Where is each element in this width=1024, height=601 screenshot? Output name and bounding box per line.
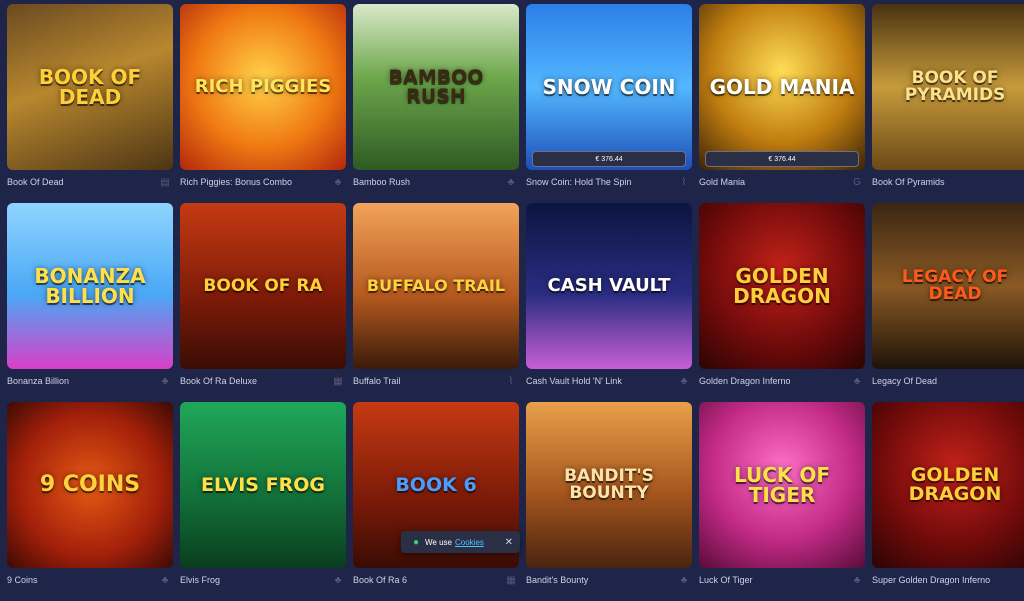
cookie-text: We use: [425, 537, 452, 547]
game-logo-text: BOOK OF PYRAMIDS: [904, 68, 1006, 105]
game-title[interactable]: Cash Vault Hold 'N' Link: [526, 376, 622, 386]
game-logo-text: LEGACY OF DEAD: [901, 267, 1009, 304]
game-thumbnail[interactable]: BANDIT'S BOUNTY: [526, 402, 692, 568]
game-card[interactable]: LEGACY OF DEADLegacy Of Dead▤: [872, 203, 1024, 402]
game-thumbnail[interactable]: BONANZA BILLION: [7, 203, 173, 369]
mic-icon: ⌇: [508, 375, 514, 387]
game-logo-text: GOLDEN DRAGON: [908, 464, 1002, 505]
game-title[interactable]: Luck Of Tiger: [699, 575, 753, 585]
game-card[interactable]: 9 COINS 9 Coins ♣: [7, 402, 173, 601]
jackpot-badge: € 376.44: [532, 151, 686, 167]
game-title[interactable]: Book Of Ra Deluxe: [180, 376, 257, 386]
game-logo-text: RICH PIGGIES: [194, 76, 332, 97]
game-card[interactable]: LUCK OF TIGER Luck Of Tiger ♣: [699, 402, 865, 601]
game-title[interactable]: Golden Dragon Inferno: [699, 376, 791, 386]
game-card[interactable]: BOOK OF PYRAMIDSBook Of PyramidsG: [872, 4, 1024, 203]
game-title[interactable]: Bandit's Bounty: [526, 575, 588, 585]
game-thumbnail[interactable]: SNOW COIN € 376.44: [526, 4, 692, 170]
game-card[interactable]: BOOK OF RA Book Of Ra Deluxe ▦: [180, 203, 346, 402]
clover-icon: ♣: [161, 574, 169, 586]
game-logo-text: BOOK OF DEAD: [38, 65, 142, 109]
game-card[interactable]: BOOK 6 Book Of Ra 6 ▦: [353, 402, 519, 601]
jackpot-badge: € 376.44: [705, 151, 859, 167]
clover-icon: ♣: [334, 574, 342, 586]
game-thumbnail[interactable]: BOOK OF RA: [180, 203, 346, 369]
close-icon[interactable]: ✕: [505, 537, 513, 548]
game-logo-text: LUCK OF TIGER: [733, 463, 831, 507]
game-thumbnail[interactable]: RICH PIGGIES: [180, 4, 346, 170]
clover-icon: ♣: [680, 574, 688, 586]
game-title[interactable]: Gold Mania: [699, 177, 745, 187]
game-title[interactable]: Buffalo Trail: [353, 376, 400, 386]
game-title[interactable]: Rich Piggies: Bonus Combo: [180, 177, 292, 187]
game-logo-text: BOOK 6: [395, 473, 477, 496]
clover-icon: ♣: [507, 176, 515, 188]
game-card[interactable]: BUFFALO TRAIL Buffalo Trail ⌇: [353, 203, 519, 402]
cookie-banner: ● We use Cookies ✕: [401, 531, 520, 553]
game-logo-text: BAMBOO RUSH: [388, 66, 484, 107]
game-thumbnail[interactable]: BOOK OF DEAD: [7, 4, 173, 170]
game-title[interactable]: Bamboo Rush: [353, 177, 410, 187]
game-card[interactable]: GOLD MANIA € 376.44 Gold Mania G: [699, 4, 865, 203]
game-logo-text: BUFFALO TRAIL: [366, 276, 506, 295]
game-title[interactable]: Elvis Frog: [180, 575, 220, 585]
game-logo-text: CASH VAULT: [547, 275, 671, 296]
g-icon: G: [853, 176, 861, 188]
game-title[interactable]: Book Of Dead: [7, 177, 64, 187]
game-card[interactable]: BAMBOO RUSH Bamboo Rush ♣: [353, 4, 519, 203]
clover-icon: ♣: [161, 375, 169, 387]
game-logo-text: GOLDEN DRAGON: [733, 264, 831, 308]
game-thumbnail[interactable]: 9 COINS: [7, 402, 173, 568]
game-thumbnail[interactable]: ELVIS FROG: [180, 402, 346, 568]
game-logo-text: 9 COINS: [39, 472, 141, 497]
game-card[interactable]: RICH PIGGIES Rich Piggies: Bonus Combo ♣: [180, 4, 346, 203]
game-title[interactable]: Book Of Pyramids: [872, 177, 945, 187]
clover-icon: ♣: [853, 574, 861, 586]
game-thumbnail[interactable]: LEGACY OF DEAD: [872, 203, 1024, 369]
game-card[interactable]: CASH VAULT Cash Vault Hold 'N' Link ♣: [526, 203, 692, 402]
game-thumbnail[interactable]: BAMBOO RUSH: [353, 4, 519, 170]
book-icon: ▤: [160, 176, 170, 188]
game-thumbnail[interactable]: GOLD MANIA € 376.44: [699, 4, 865, 170]
mic-icon: ⌇: [681, 176, 687, 188]
game-card[interactable]: GOLDEN DRAGON Super Golden Dragon Inferno…: [872, 402, 1024, 601]
game-card[interactable]: GOLDEN DRAGON Golden Dragon Inferno ♣: [699, 203, 865, 402]
cookies-link[interactable]: Cookies: [455, 538, 484, 547]
game-title[interactable]: 9 Coins: [7, 575, 38, 585]
game-logo-text: BANDIT'S BOUNTY: [564, 466, 654, 503]
game-title[interactable]: Book Of Ra 6: [353, 575, 407, 585]
cookie-icon: ●: [412, 536, 420, 548]
game-card[interactable]: BOOK OF DEAD Book Of Dead ▤: [7, 4, 173, 203]
game-title[interactable]: Legacy Of Dead: [872, 376, 937, 386]
game-title[interactable]: Super Golden Dragon Inferno: [872, 575, 990, 585]
games-grid: BOOK OF DEAD Book Of Dead ▤ RICH PIGGIES Ric…: [7, 4, 1024, 601]
clover-icon: ♣: [680, 375, 688, 387]
game-card[interactable]: BANDIT'S BOUNTY Bandit's Bounty ♣: [526, 402, 692, 601]
game-thumbnail[interactable]: BUFFALO TRAIL: [353, 203, 519, 369]
game-thumbnail[interactable]: CASH VAULT: [526, 203, 692, 369]
game-card[interactable]: SNOW COIN € 376.44 Snow Coin: Hold The Spi…: [526, 4, 692, 203]
clover-icon: ♣: [334, 176, 342, 188]
game-card[interactable]: ELVIS FROG Elvis Frog ♣: [180, 402, 346, 601]
game-logo-text: BONANZA BILLION: [34, 264, 146, 308]
game-title[interactable]: Snow Coin: Hold The Spin: [526, 177, 631, 187]
game-logo-text: BOOK OF RA: [203, 275, 323, 296]
game-logo-text: GOLD MANIA: [709, 75, 855, 99]
game-logo-text: ELVIS FROG: [201, 473, 325, 496]
game-logo-text: SNOW COIN: [542, 75, 676, 99]
calc-icon: ▦: [333, 375, 343, 387]
game-thumbnail[interactable]: LUCK OF TIGER: [699, 402, 865, 568]
game-thumbnail[interactable]: BOOK OF PYRAMIDS: [872, 4, 1024, 170]
game-title[interactable]: Bonanza Billion: [7, 376, 69, 386]
game-thumbnail[interactable]: GOLDEN DRAGON: [699, 203, 865, 369]
game-card[interactable]: BONANZA BILLION Bonanza Billion ♣: [7, 203, 173, 402]
game-thumbnail[interactable]: GOLDEN DRAGON: [872, 402, 1024, 568]
calc-icon: ▦: [506, 574, 516, 586]
clover-icon: ♣: [853, 375, 861, 387]
